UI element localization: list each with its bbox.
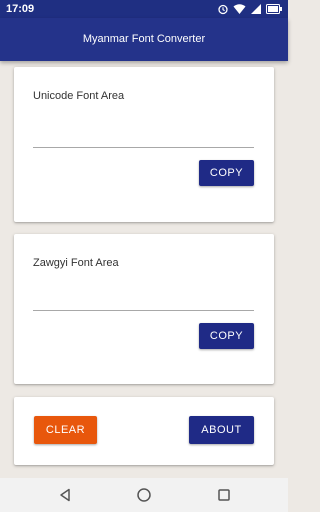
recent-apps-icon[interactable] [215, 486, 233, 504]
zawgyi-field-label: Zawgyi Font Area [33, 257, 119, 269]
status-time: 17:09 [6, 3, 35, 15]
actions-card: CLEAR ABOUT [14, 397, 274, 465]
zawgyi-card: Zawgyi Font Area COPY [14, 234, 274, 384]
unicode-input[interactable] [33, 107, 254, 147]
copy-zawgyi-button[interactable]: COPY [199, 323, 254, 349]
home-icon[interactable] [135, 486, 153, 504]
status-bar: 17:09 [0, 0, 288, 18]
alarm-icon [217, 3, 229, 15]
app-title: Myanmar Font Converter [82, 33, 206, 45]
signal-icon [250, 3, 262, 15]
battery-icon [266, 4, 282, 14]
app-bar: Myanmar Font Converter [0, 18, 288, 61]
zawgyi-input-underline [33, 310, 254, 311]
zawgyi-input[interactable] [33, 272, 254, 310]
navigation-bar [0, 478, 288, 512]
unicode-field-label: Unicode Font Area [33, 90, 125, 102]
unicode-input-underline [33, 147, 254, 148]
copy-unicode-button[interactable]: COPY [199, 160, 254, 186]
about-button[interactable]: ABOUT [189, 416, 254, 444]
wifi-icon [233, 3, 246, 15]
back-icon[interactable] [56, 486, 74, 504]
clear-button[interactable]: CLEAR [34, 416, 97, 444]
unicode-card: Unicode Font Area COPY [14, 67, 274, 222]
status-icons [217, 3, 282, 15]
